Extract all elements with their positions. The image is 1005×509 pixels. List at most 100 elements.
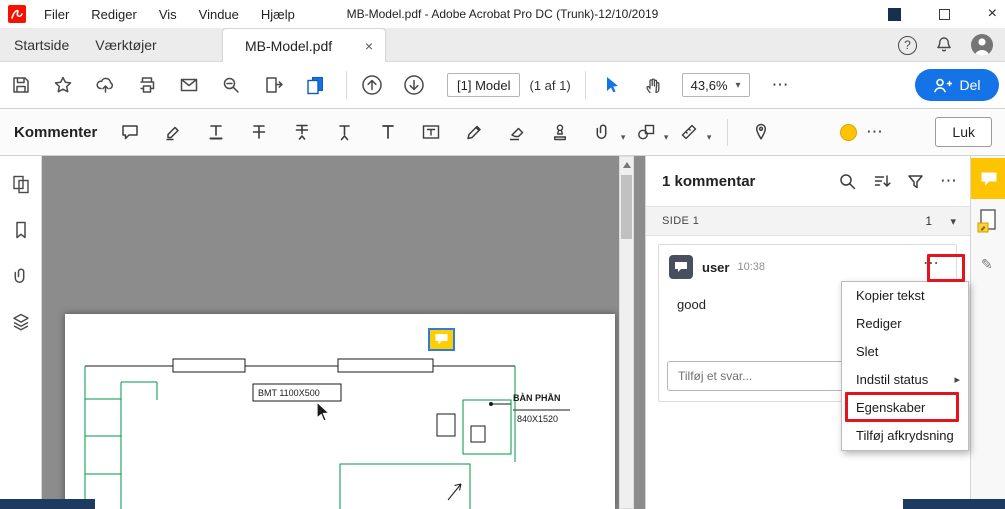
comment-author: user [702,259,730,275]
floor-plan-drawing: BMT 1100X500 BÀN PHẦN 840X1520 [84,358,570,509]
page-field[interactable]: [1] Model [447,73,521,97]
sticky-note-icon[interactable] [117,119,143,145]
email-icon[interactable] [176,72,202,98]
fill-sign-tool-icon[interactable]: ✎ [981,256,993,273]
comment-avatar-icon [669,255,693,279]
measure-icon[interactable]: ▾ [676,119,711,145]
menu-item-slet[interactable]: Slet [842,338,968,366]
menu-vindue[interactable]: Vindue [199,7,239,22]
draw-pencil-icon[interactable] [461,119,487,145]
highlighter-icon[interactable] [160,119,186,145]
minimize-button[interactable] [887,7,901,21]
comment-tool-active-icon[interactable] [971,158,1005,199]
layers-icon[interactable] [11,312,31,332]
caret-down-icon: ▾ [663,132,669,142]
zoom-control[interactable]: 43,6% ▾ [681,73,750,97]
caret-down-icon: ▾ [620,132,626,142]
menu-hjaelp[interactable]: Hjælp [261,7,295,22]
add-text-icon[interactable] [375,119,401,145]
sticky-note-annotation-icon[interactable] [428,328,455,351]
comment-color-swatch[interactable] [840,124,857,141]
comment-toolbar-separator [727,119,728,146]
right-tools-rail: ✎ [970,156,1005,509]
acrobat-window: Filer Rediger Vis Vindue Hjælp MB-Model.… [0,0,1005,509]
notifications-bell-icon[interactable] [934,35,954,55]
pdf-page[interactable]: BMT 1100X500 BÀN PHẦN 840X1520 [65,314,615,509]
share-button[interactable]: Del [915,69,999,101]
comments-count-title: 1 kommentar [662,172,756,190]
page-section-label: SIDE 1 [662,215,700,227]
tab-document[interactable]: MB-Model.pdf × [222,28,386,62]
close-window-button[interactable]: × [988,6,997,22]
left-navigation-rail [0,156,42,509]
filter-comments-icon[interactable] [906,172,925,191]
text-box-icon[interactable] [418,119,444,145]
taskbar-fragment-left [0,499,95,509]
collapse-section-icon[interactable]: ▾ [950,215,956,228]
comments-panel-more-icon[interactable]: ⋯ [940,171,958,191]
acrobat-logo-icon [8,5,26,23]
toolbar-separator [346,71,347,99]
export-pdf-icon[interactable] [302,72,328,98]
document-viewport[interactable]: BMT 1100X500 BÀN PHẦN 840X1520 [42,156,645,509]
search-comments-icon[interactable] [838,172,857,191]
underline-text-icon[interactable] [203,119,229,145]
star-icon[interactable] [50,72,76,98]
next-page-icon[interactable] [401,72,427,98]
menu-item-rediger[interactable]: Rediger [842,310,968,338]
tab-document-label: MB-Model.pdf [245,37,333,54]
scrollbar-thumb[interactable] [621,175,632,239]
menu-item-label: Indstil status [856,372,929,387]
annotation-highlight-egenskaber [845,392,959,422]
menu-item-indstil-status[interactable]: Indstil status ▸ [842,366,968,394]
menu-vis[interactable]: Vis [159,7,177,22]
comment-list-tool-icon[interactable] [977,208,999,234]
page-count-label: (1 af 1) [529,77,571,93]
annotation-highlight-options [927,254,965,282]
bookmarks-icon[interactable] [11,220,31,240]
share-cloud-icon[interactable] [92,72,118,98]
menu-item-kopier-tekst[interactable]: Kopier tekst [842,282,968,310]
shapes-icon[interactable]: ▾ [633,119,668,145]
toolbar-separator [584,71,586,99]
tab-close-icon[interactable]: × [365,38,373,54]
comments-panel: 1 kommentar ⋯ SIDE 1 1 ▾ user 10:38 ⋯ go… [645,156,970,509]
replace-text-icon[interactable] [289,119,315,145]
save-icon[interactable] [8,72,34,98]
tab-vaerktoejer[interactable]: Værktøjer [95,37,156,53]
previous-page-icon[interactable] [359,72,385,98]
menu-bar: Filer Rediger Vis Vindue Hjælp [44,7,295,22]
sort-comments-icon[interactable] [872,172,891,191]
menu-rediger[interactable]: Rediger [91,7,137,22]
strikethrough-text-icon[interactable] [246,119,272,145]
user-avatar[interactable] [971,34,993,56]
hand-tool-icon[interactable] [640,72,666,98]
help-icon[interactable]: ? [898,35,917,55]
menu-filer[interactable]: Filer [44,7,69,22]
close-comment-toolbar-button[interactable]: Luk [935,117,992,147]
mouse-cursor [316,402,332,424]
insert-text-icon[interactable] [332,119,358,145]
eraser-icon[interactable] [504,119,530,145]
comment-toolbar-more-icon[interactable]: ⋯ [866,122,884,142]
document-vertical-scrollbar[interactable] [619,156,634,509]
page-thumbnails-icon[interactable] [11,174,31,194]
window-controls: × [887,0,997,28]
main-toolbar: [1] Model (1 af 1) 43,6% ▾ ⋯ Del [0,62,1005,109]
stamp-icon[interactable] [547,119,573,145]
zoom-value: 43,6% [690,77,728,93]
marquee-zoom-icon[interactable] [218,72,244,98]
page-section-row[interactable]: SIDE 1 1 ▾ [646,206,970,236]
select-tool-icon[interactable] [598,72,624,98]
send-track-icon[interactable] [260,72,286,98]
main-area: BMT 1100X500 BÀN PHẦN 840X1520 1 komment… [0,156,1005,509]
scroll-up-icon[interactable] [623,162,631,168]
toolbar-more-icon[interactable]: ⋯ [768,72,794,98]
menu-item-tilfoej-afkrydsning[interactable]: Tilføj afkrydsning [842,422,968,450]
maximize-button[interactable] [938,8,950,20]
attach-file-icon[interactable]: ▾ [590,119,625,145]
attachments-icon[interactable] [11,266,31,286]
pin-icon[interactable] [748,119,774,145]
tab-startside[interactable]: Startside [14,37,69,53]
print-icon[interactable] [134,72,160,98]
